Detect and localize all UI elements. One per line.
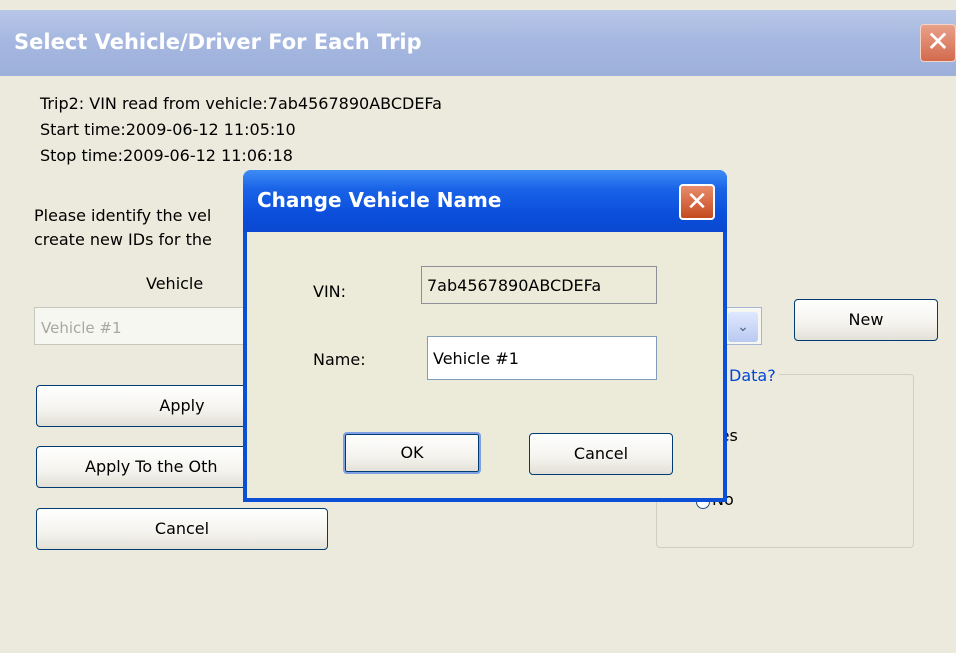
vehicle-select[interactable]: Vehicle #1 bbox=[34, 307, 264, 345]
name-label: Name: bbox=[313, 350, 366, 369]
prompt-text-line-1: Please identify the vel bbox=[34, 206, 212, 225]
start-time-text: Start time:2009-06-12 11:05:10 bbox=[40, 120, 296, 139]
prompt-text-line-2: create new IDs for the bbox=[34, 230, 212, 249]
cancel-button[interactable]: Cancel bbox=[36, 508, 328, 550]
chevron-down-icon[interactable]: ⌄ bbox=[728, 312, 758, 342]
outer-close-icon[interactable]: ✕ bbox=[920, 24, 956, 62]
vehicle-column-label: Vehicle bbox=[146, 274, 204, 293]
stop-time-text: Stop time:2009-06-12 11:06:18 bbox=[40, 146, 293, 165]
dialog-cancel-button[interactable]: Cancel bbox=[529, 433, 673, 475]
name-input[interactable]: Vehicle #1 bbox=[427, 336, 657, 380]
ok-button[interactable]: OK bbox=[343, 432, 481, 474]
outer-window-title: Select Vehicle/Driver For Each Trip bbox=[14, 30, 422, 54]
vin-readonly-field: 7ab4567890ABCDEFa bbox=[421, 266, 657, 304]
vin-label: VIN: bbox=[313, 282, 347, 301]
close-icon[interactable]: ✕ bbox=[679, 184, 715, 220]
dialog-title: Change Vehicle Name bbox=[257, 188, 502, 212]
groupbox-legend: Data? bbox=[726, 366, 779, 385]
change-vehicle-name-dialog: Change Vehicle Name ✕ VIN: 7ab4567890ABC… bbox=[243, 170, 727, 502]
trip-vin-text: Trip2: VIN read from vehicle:7ab4567890A… bbox=[40, 94, 442, 113]
new-button[interactable]: New bbox=[794, 299, 938, 341]
